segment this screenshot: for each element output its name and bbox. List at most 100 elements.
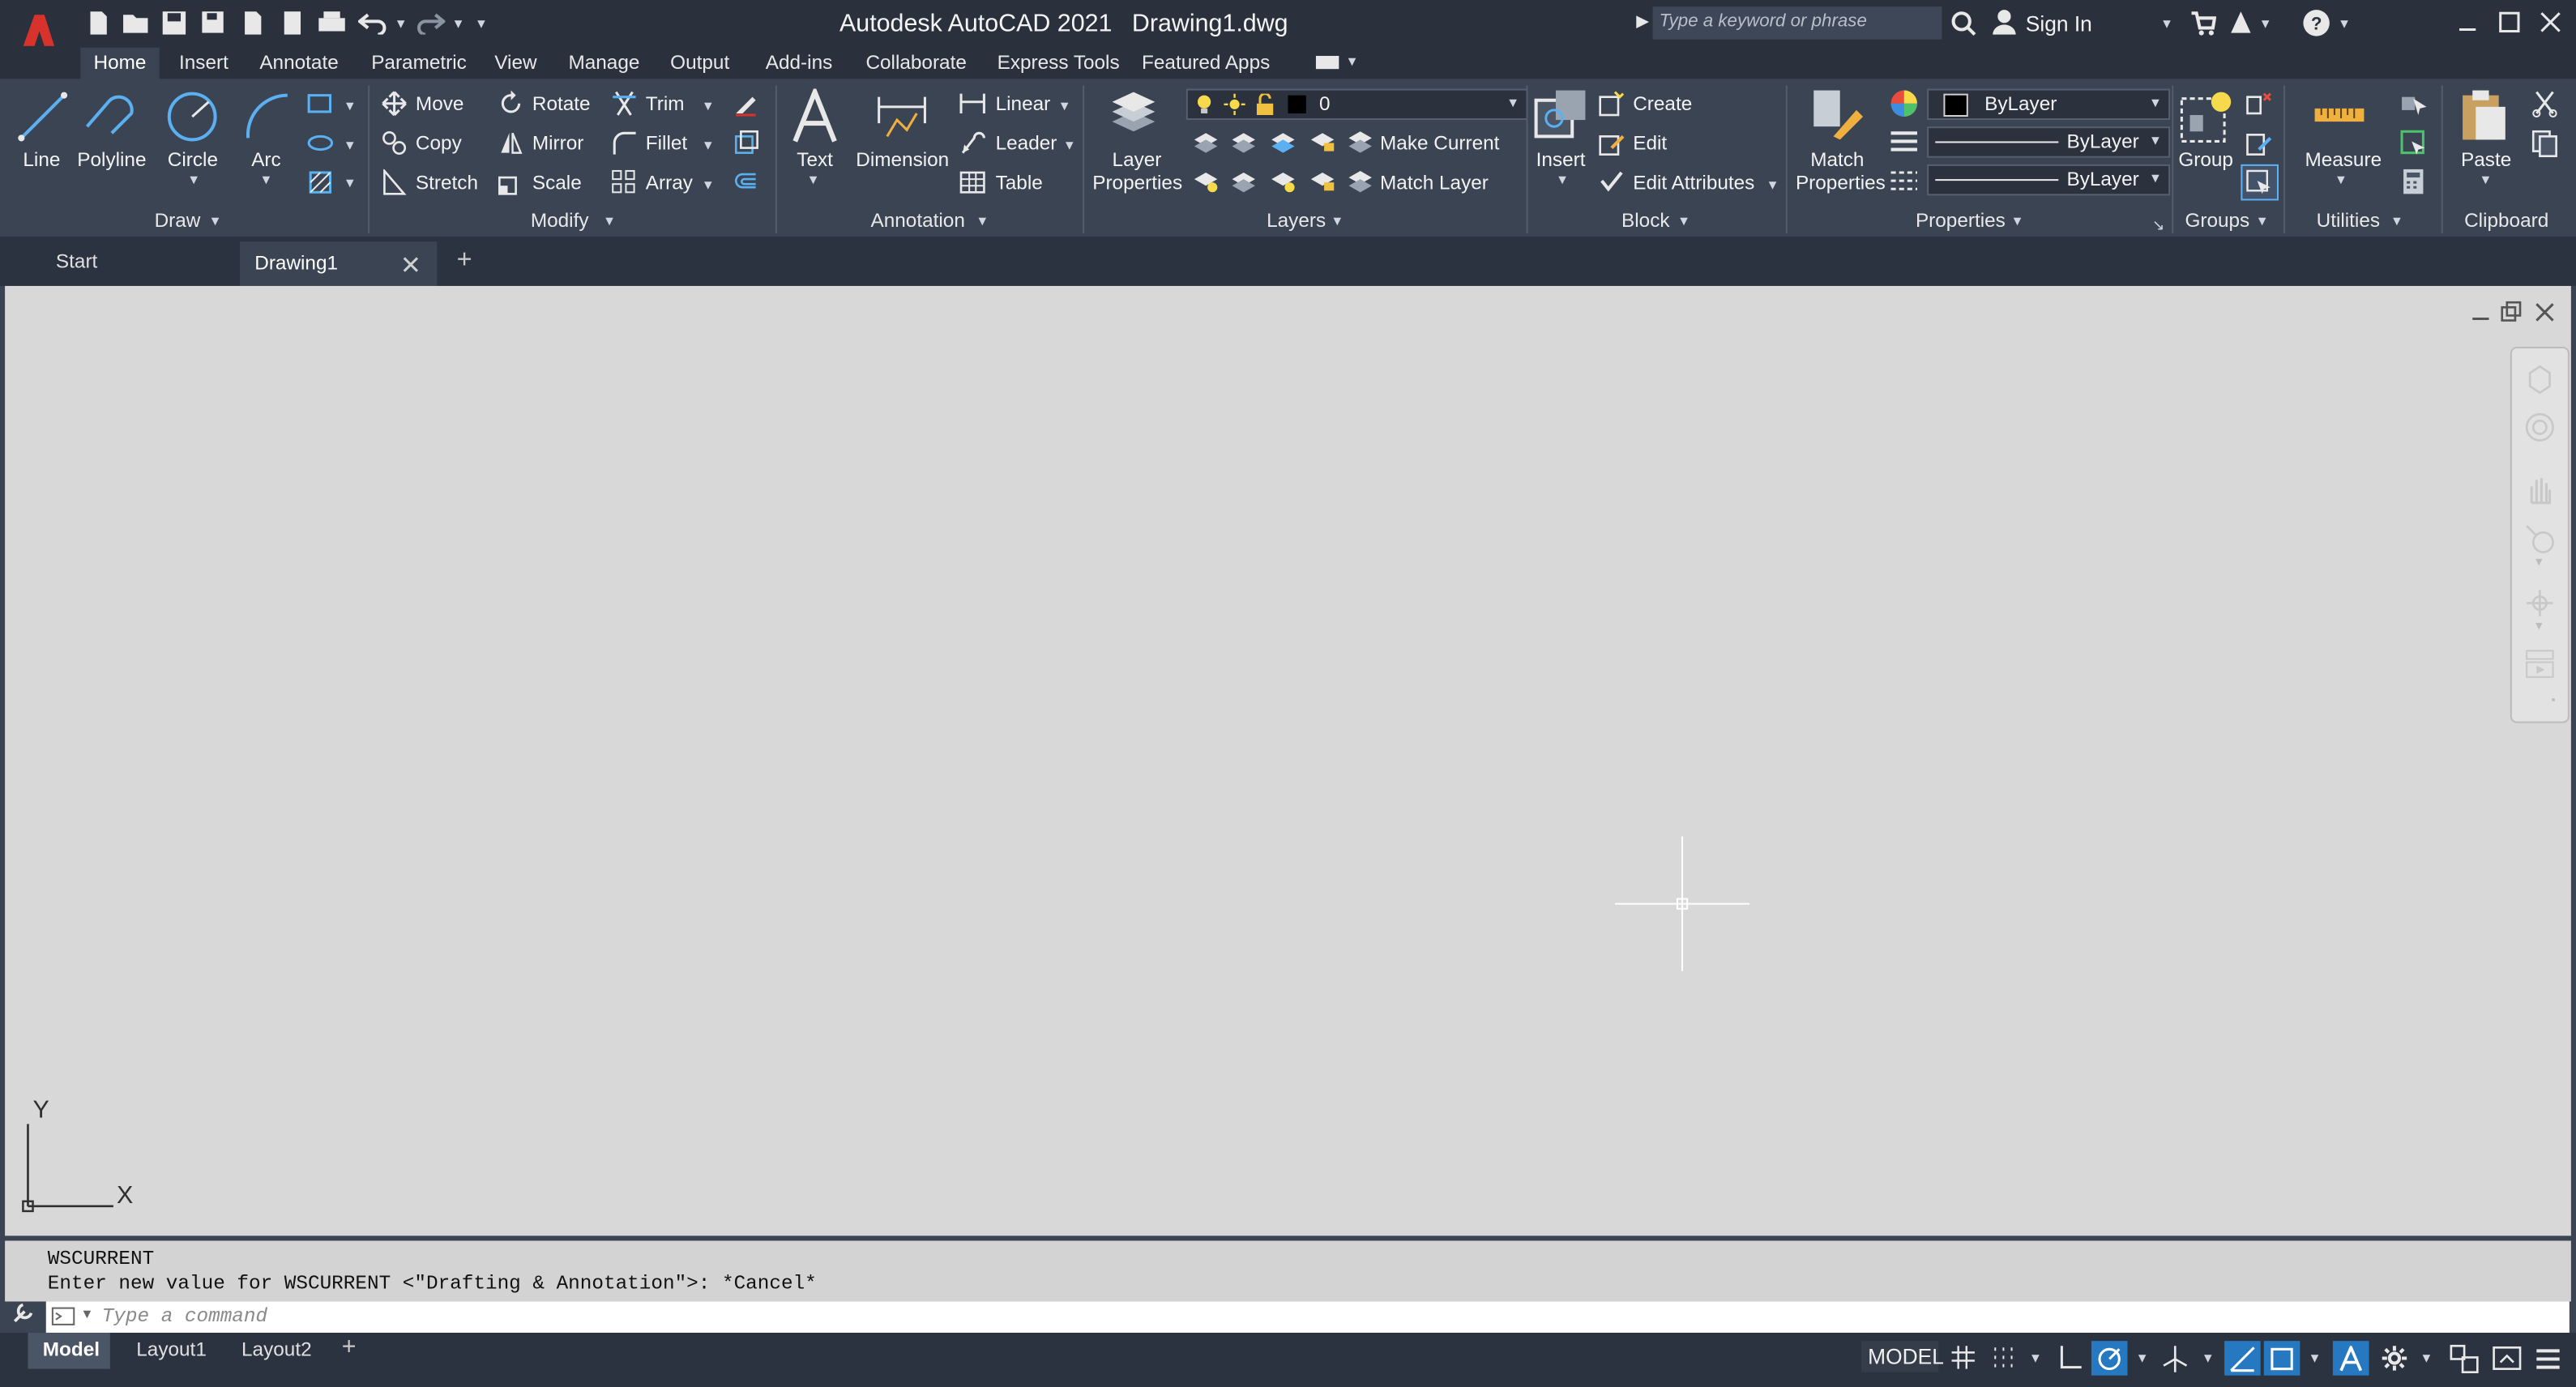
- match-properties-button-line1[interactable]: Match: [1810, 148, 1864, 171]
- stretch-button[interactable]: Stretch: [416, 171, 478, 194]
- model-space-toggle[interactable]: MODEL: [1861, 1341, 1944, 1372]
- user-icon[interactable]: [1991, 8, 2017, 36]
- group-edit-icon[interactable]: [2245, 130, 2272, 156]
- mirror-icon[interactable]: [498, 130, 523, 156]
- stretch-icon[interactable]: [381, 169, 407, 195]
- layer-dropdown[interactable]: 0 ▼: [1185, 88, 1528, 121]
- match-layer-icon[interactable]: [1347, 168, 1373, 194]
- layers-panel-title[interactable]: Layers: [1267, 209, 1326, 232]
- layer-unisolate-icon[interactable]: [1231, 169, 1257, 193]
- search-input[interactable]: Type a keyword or phrase: [1652, 6, 1942, 40]
- autodesk-app-icon[interactable]: [2228, 8, 2253, 36]
- copy-button[interactable]: Copy: [416, 131, 462, 154]
- move-button[interactable]: Move: [416, 92, 464, 115]
- measure-icon[interactable]: [2312, 96, 2368, 135]
- customize-command-icon[interactable]: [11, 1301, 34, 1324]
- dimension-button[interactable]: Dimension: [856, 148, 949, 171]
- mirror-button[interactable]: Mirror: [532, 131, 584, 154]
- navbar-options-icon[interactable]: ▪: [2552, 695, 2556, 706]
- tab-collaborate[interactable]: Collaborate: [865, 51, 966, 74]
- erase-icon[interactable]: [733, 91, 758, 117]
- save-as-icon[interactable]: [200, 10, 226, 36]
- isodraft-dropdown-icon[interactable]: ▼: [2202, 1351, 2215, 1365]
- dimension-icon[interactable]: [874, 91, 930, 143]
- text-dropdown-icon[interactable]: ▼: [806, 173, 819, 187]
- insert-button[interactable]: Insert: [1536, 148, 1586, 171]
- layer-dropdown-arrow-icon[interactable]: ▼: [1506, 96, 1519, 110]
- layer-properties-icon[interactable]: [1105, 89, 1161, 145]
- undo-icon[interactable]: [357, 11, 387, 35]
- measure-button[interactable]: Measure: [2305, 148, 2382, 171]
- rectangle-dropdown-icon[interactable]: ▼: [344, 99, 357, 113]
- new-file-icon[interactable]: [85, 10, 111, 36]
- annotation-panel-title[interactable]: Annotation: [871, 209, 965, 232]
- polyline-icon[interactable]: [82, 94, 141, 140]
- text-icon[interactable]: [792, 88, 838, 145]
- new-tab-icon[interactable]: +: [457, 246, 472, 276]
- rectangle-icon[interactable]: [307, 92, 333, 115]
- layer-lock-icon[interactable]: [1309, 130, 1335, 152]
- undo-dropdown-icon[interactable]: ▼: [395, 16, 408, 31]
- app-dropdown-icon[interactable]: ▼: [2259, 16, 2272, 31]
- move-icon[interactable]: [381, 91, 407, 117]
- block-panel-expand-icon[interactable]: ▼: [1677, 214, 1690, 228]
- sign-in-dropdown-icon[interactable]: ▼: [2160, 16, 2173, 31]
- customize-qat-icon[interactable]: ▼: [475, 16, 488, 31]
- search-expand-icon[interactable]: ▶: [1636, 13, 1649, 31]
- table-icon[interactable]: [959, 169, 985, 195]
- polar-tracking-toggle[interactable]: [2091, 1341, 2128, 1376]
- drawing-canvas[interactable]: ▼ ▼ ▪ Y X: [5, 285, 2571, 1236]
- drawing1-tab[interactable]: Drawing1: [240, 241, 438, 286]
- line-icon[interactable]: [16, 91, 69, 143]
- leader-icon[interactable]: [959, 130, 985, 156]
- cut-icon[interactable]: [2531, 91, 2559, 118]
- linear-dropdown-icon[interactable]: ▼: [1058, 99, 1071, 113]
- create-block-button[interactable]: Create: [1633, 92, 1692, 115]
- select-all-icon[interactable]: [2400, 130, 2428, 157]
- lineweight-dropdown-arrow-icon[interactable]: ▼: [2149, 133, 2162, 147]
- lineweight-dropdown[interactable]: ByLayer ▼: [1927, 126, 2171, 158]
- open-folder-icon[interactable]: [122, 10, 151, 36]
- layer-isolate-icon[interactable]: [1231, 130, 1257, 153]
- copy-icon[interactable]: [381, 130, 407, 156]
- draw-panel-title[interactable]: Draw: [155, 209, 201, 232]
- workspace-dropdown-icon[interactable]: ▼: [2420, 1351, 2433, 1365]
- start-tab[interactable]: Start: [32, 245, 238, 281]
- hatch-dropdown-icon[interactable]: ▼: [344, 176, 357, 190]
- layers-panel-expand-icon[interactable]: ▼: [1331, 214, 1344, 228]
- edit-attributes-button[interactable]: Edit Attributes: [1633, 171, 1754, 194]
- isodraft-icon[interactable]: [2160, 1344, 2189, 1374]
- paste-dropdown-icon[interactable]: ▼: [2479, 173, 2492, 187]
- color-wheel-icon[interactable]: [1890, 89, 1919, 119]
- showmotion-icon[interactable]: [2523, 647, 2557, 681]
- polar-dropdown-icon[interactable]: ▼: [2136, 1351, 2149, 1365]
- properties-panel-title[interactable]: Properties: [1916, 209, 2006, 232]
- groups-panel-title[interactable]: Groups: [2185, 209, 2249, 232]
- arc-icon[interactable]: [243, 91, 293, 143]
- linetype-dropdown[interactable]: ByLayer ▼: [1927, 164, 2171, 196]
- save-icon[interactable]: [161, 10, 187, 36]
- object-snap-tracking-toggle[interactable]: [2224, 1341, 2261, 1376]
- arc-button[interactable]: Arc: [251, 148, 280, 171]
- orbit-wheel-icon[interactable]: [2523, 411, 2557, 444]
- annotation-panel-expand-icon[interactable]: ▼: [976, 214, 989, 228]
- edit-attributes-dropdown-icon[interactable]: ▼: [1766, 177, 1779, 192]
- scale-icon[interactable]: [498, 169, 523, 195]
- layer-thaw-icon[interactable]: [1270, 169, 1296, 193]
- color-dropdown-arrow-icon[interactable]: ▼: [2149, 96, 2162, 110]
- snap-dropdown-icon[interactable]: ▼: [2029, 1351, 2042, 1365]
- layer-properties-button-line1[interactable]: Layer: [1113, 148, 1162, 171]
- tab-parametric[interactable]: Parametric: [371, 51, 467, 74]
- ribbon-display-dropdown-icon[interactable]: ▼: [1345, 54, 1358, 69]
- layer-on-icon[interactable]: [1193, 169, 1219, 193]
- scale-button[interactable]: Scale: [532, 171, 582, 194]
- groups-panel-expand-icon[interactable]: ▼: [2256, 214, 2269, 228]
- make-current-icon[interactable]: [1347, 128, 1373, 154]
- orbit-icon[interactable]: [2523, 587, 2557, 620]
- isolate-objects-icon[interactable]: [2450, 1344, 2479, 1374]
- polyline-button[interactable]: Polyline: [77, 148, 146, 171]
- edit-attributes-icon[interactable]: [1599, 168, 1625, 194]
- share-icon[interactable]: [280, 10, 305, 36]
- color-dropdown[interactable]: ByLayer ▼: [1927, 88, 2171, 121]
- ellipse-dropdown-icon[interactable]: ▼: [344, 138, 357, 152]
